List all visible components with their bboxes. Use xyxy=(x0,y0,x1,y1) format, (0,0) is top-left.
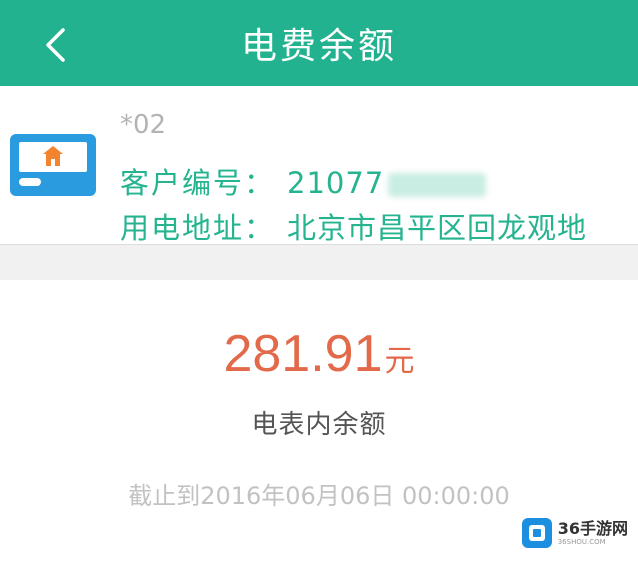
watermark: 36手游网 36SHOU.COM xyxy=(521,518,628,548)
balance-amount-number: 281.91 xyxy=(223,325,383,383)
page-title: 电费余额 xyxy=(240,26,397,67)
back-button[interactable] xyxy=(28,18,82,72)
balance-amount-unit: 元 xyxy=(384,344,415,379)
address-row: 用电地址： 北京市昌平区回龙观地 xyxy=(120,205,587,247)
app-header: 电费余额 xyxy=(0,0,638,86)
redacted-blur xyxy=(388,173,487,197)
address-value: 北京市昌平区回龙观地 xyxy=(287,211,588,245)
customer-number-row: 客户编号： 21077 xyxy=(120,160,487,202)
balance-label: 电表内余额 xyxy=(251,410,387,440)
watermark-text: 36手游网 xyxy=(557,518,628,538)
watermark-subtext: 36SHOU.COM xyxy=(557,537,606,546)
account-id: *02 xyxy=(120,110,167,140)
balance-amount: 281.91元 xyxy=(0,324,638,384)
address-label: 用电地址： xyxy=(120,211,276,245)
customer-number-label: 客户编号： xyxy=(120,166,276,200)
account-card[interactable]: *02 客户编号： 21077 用电地址： 北京市昌平区回龙观地 xyxy=(0,86,638,245)
electric-meter-icon xyxy=(10,134,96,196)
balance-section: 281.91元 电表内余额 截止到2016年06月06日 00:00:00 36… xyxy=(0,280,638,570)
as-of-timestamp: 截止到2016年06月06日 00:00:00 xyxy=(128,482,510,510)
watermark-logo-icon xyxy=(521,518,552,548)
customer-number-value: 21077 xyxy=(287,166,385,200)
chevron-left-icon xyxy=(46,28,65,62)
